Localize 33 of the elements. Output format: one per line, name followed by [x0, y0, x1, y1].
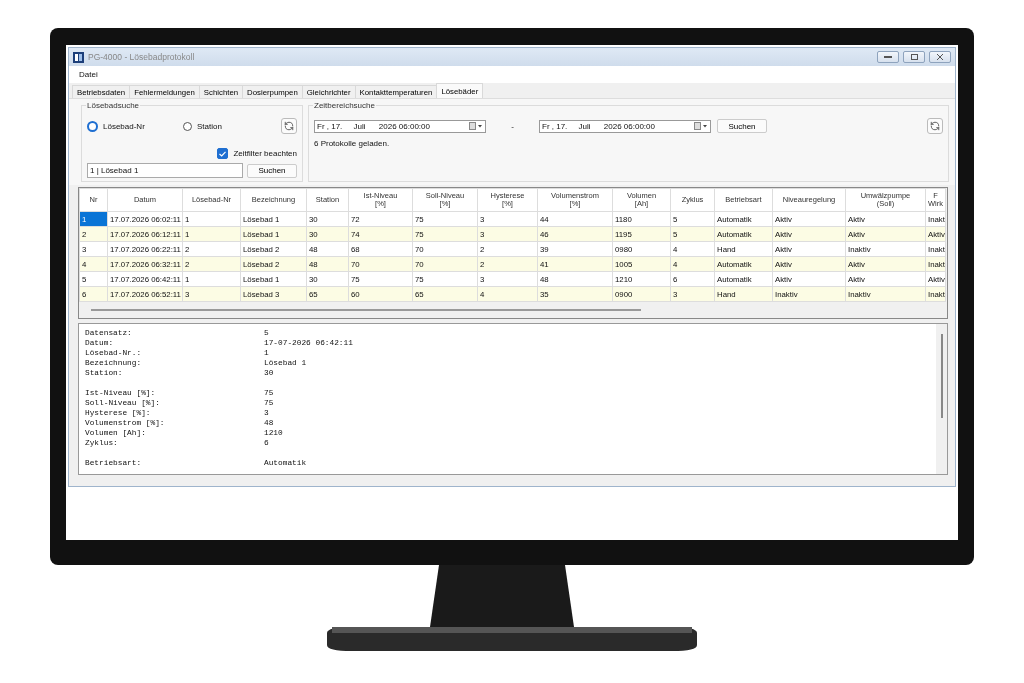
refresh-button[interactable]	[281, 118, 297, 134]
calendar-dropdown-icon	[694, 122, 708, 130]
scrollbar[interactable]	[91, 309, 641, 311]
radio-label: Lösebad-Nr	[103, 121, 145, 131]
status-text: 6 Protokolle geladen.	[314, 139, 391, 148]
close-icon	[937, 54, 943, 60]
menu-item[interactable]: Datei	[79, 70, 98, 79]
checkbox-label: Zeitfilter beachten	[233, 149, 297, 158]
radio-button[interactable]	[183, 121, 192, 131]
search-button[interactable]: Suchen	[717, 119, 767, 133]
radio-button[interactable]	[87, 120, 98, 132]
search-field[interactable]: 1 | Lösebad 1	[87, 163, 243, 178]
calendar-dropdown-icon	[469, 122, 483, 130]
refresh-icon	[930, 121, 940, 131]
checkmark-icon	[219, 150, 227, 157]
date-picker[interactable]: Fr , 17. Juli 2026 06:00:00	[539, 119, 711, 133]
checkbox[interactable]	[217, 148, 229, 159]
app-logo-icon	[73, 51, 84, 63]
refresh-icon	[284, 121, 294, 131]
scrollbar[interactable]	[940, 334, 943, 418]
group-title: Lösebadsuche	[86, 101, 141, 110]
refresh-button[interactable]	[927, 118, 943, 134]
minimize-button[interactable]	[877, 51, 899, 63]
maximize-icon	[910, 54, 918, 60]
window-title: PG-4000 - Lösebadprotokoll	[88, 52, 196, 62]
minimize-icon	[884, 55, 892, 59]
close-button[interactable]	[929, 51, 951, 63]
range-separator: -	[510, 121, 515, 131]
group-title: Zeitbereichsuche	[313, 101, 376, 110]
maximize-button[interactable]	[903, 51, 925, 63]
radio-label: Station	[197, 121, 222, 131]
search-button[interactable]: Suchen	[247, 163, 297, 178]
date-picker[interactable]: Fr , 17. Juli 2026 06:00:00	[314, 119, 486, 133]
